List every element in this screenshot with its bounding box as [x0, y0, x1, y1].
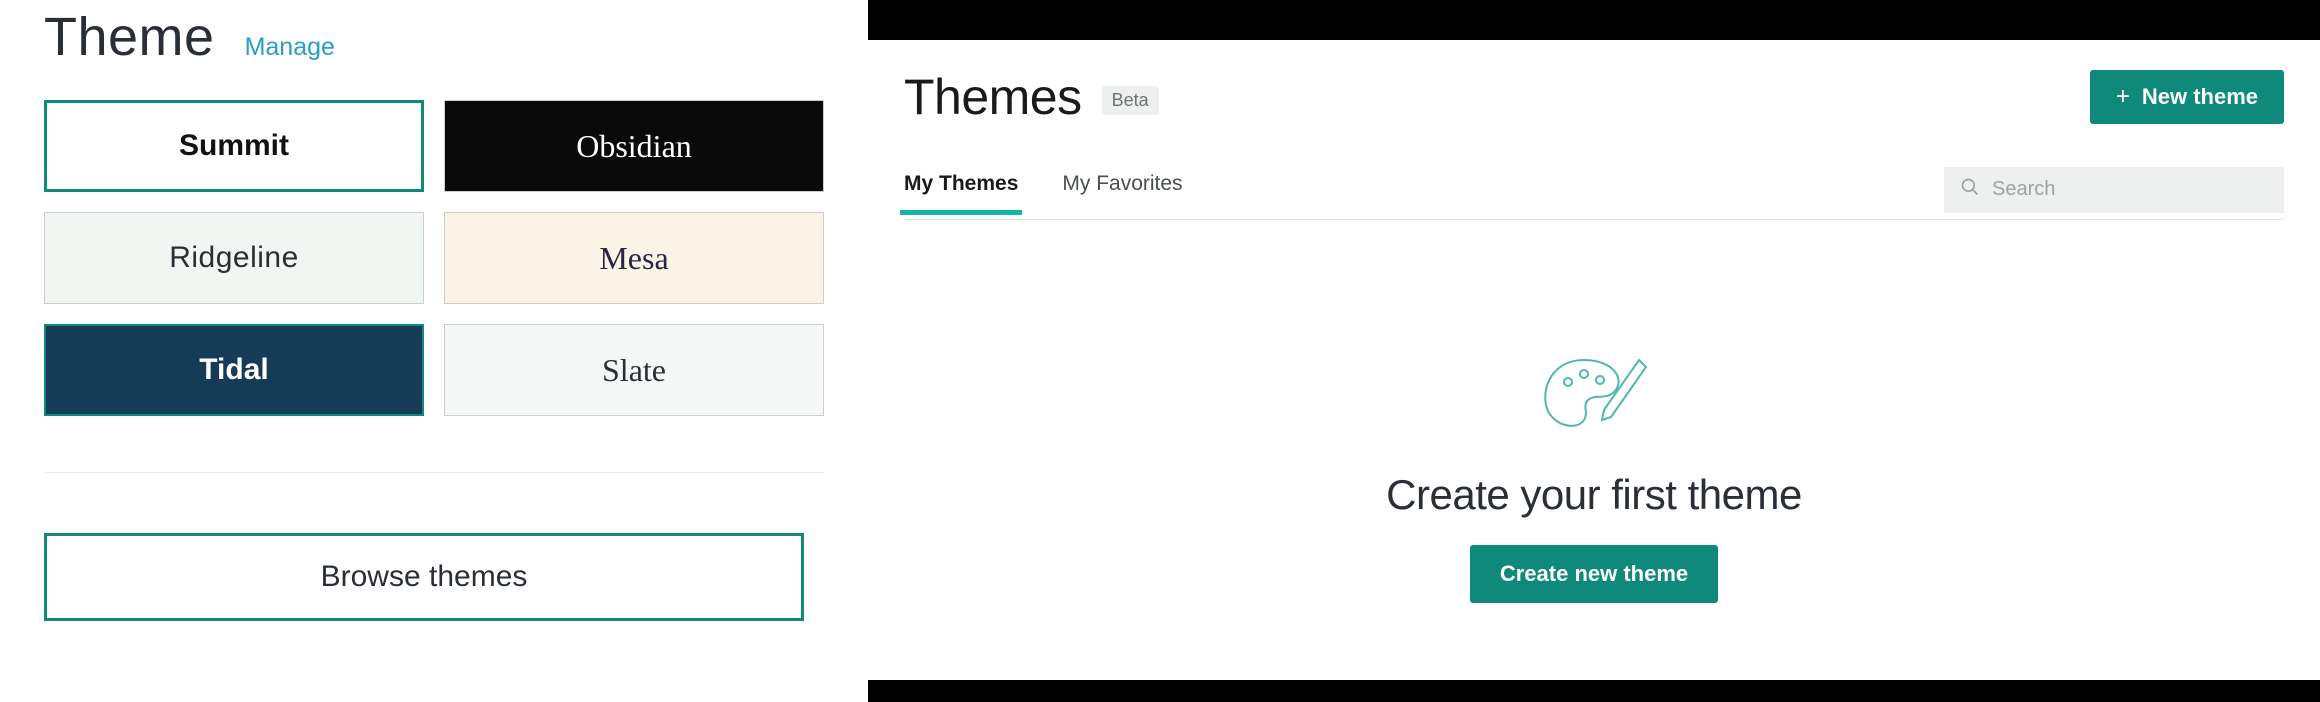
search-icon [1960, 177, 1980, 202]
theme-sidebar: Theme Manage Summit Obsidian Ridgeline M… [0, 0, 868, 702]
themes-main-panel: Themes Beta + New theme My Themes My Fav… [868, 0, 2320, 702]
theme-tile-obsidian[interactable]: Obsidian [444, 100, 824, 192]
new-theme-button-label: New theme [2142, 84, 2258, 110]
themes-title-wrap: Themes Beta [904, 68, 1159, 126]
empty-state: Create your first theme Create new theme [868, 340, 2320, 603]
themes-content: Themes Beta + New theme My Themes My Fav… [868, 40, 2320, 680]
theme-tile-summit[interactable]: Summit [44, 100, 424, 192]
sidebar-divider [44, 472, 824, 473]
tab-my-favorites[interactable]: My Favorites [1062, 172, 1182, 214]
theme-tile-ridgeline[interactable]: Ridgeline [44, 212, 424, 304]
tab-my-themes[interactable]: My Themes [904, 172, 1018, 214]
theme-sidebar-title: Theme [44, 6, 215, 68]
beta-badge: Beta [1102, 86, 1159, 115]
tabs-row: My Themes My Favorites [904, 166, 2284, 220]
search-input[interactable] [1992, 178, 2268, 201]
themes-header: Themes Beta + New theme [904, 68, 2284, 126]
window-top-letterbox [868, 0, 2320, 40]
empty-state-headline: Create your first theme [1386, 471, 1802, 519]
theme-tile-grid: Summit Obsidian Ridgeline Mesa Tidal Sla… [44, 100, 824, 416]
theme-sidebar-header: Theme Manage [44, 0, 824, 68]
theme-tile-mesa[interactable]: Mesa [444, 212, 824, 304]
new-theme-button[interactable]: + New theme [2090, 70, 2284, 124]
theme-tile-slate[interactable]: Slate [444, 324, 824, 416]
plus-icon: + [2116, 85, 2130, 109]
create-new-theme-button[interactable]: Create new theme [1470, 545, 1718, 603]
browse-themes-button[interactable]: Browse themes [44, 533, 804, 621]
manage-link[interactable]: Manage [245, 33, 335, 62]
palette-icon [1534, 340, 1654, 445]
page-title: Themes [904, 68, 1082, 126]
window-bottom-letterbox [868, 680, 2320, 702]
theme-tile-tidal[interactable]: Tidal [44, 324, 424, 416]
search-field[interactable] [1944, 167, 2284, 213]
tabs: My Themes My Favorites [904, 172, 1183, 214]
